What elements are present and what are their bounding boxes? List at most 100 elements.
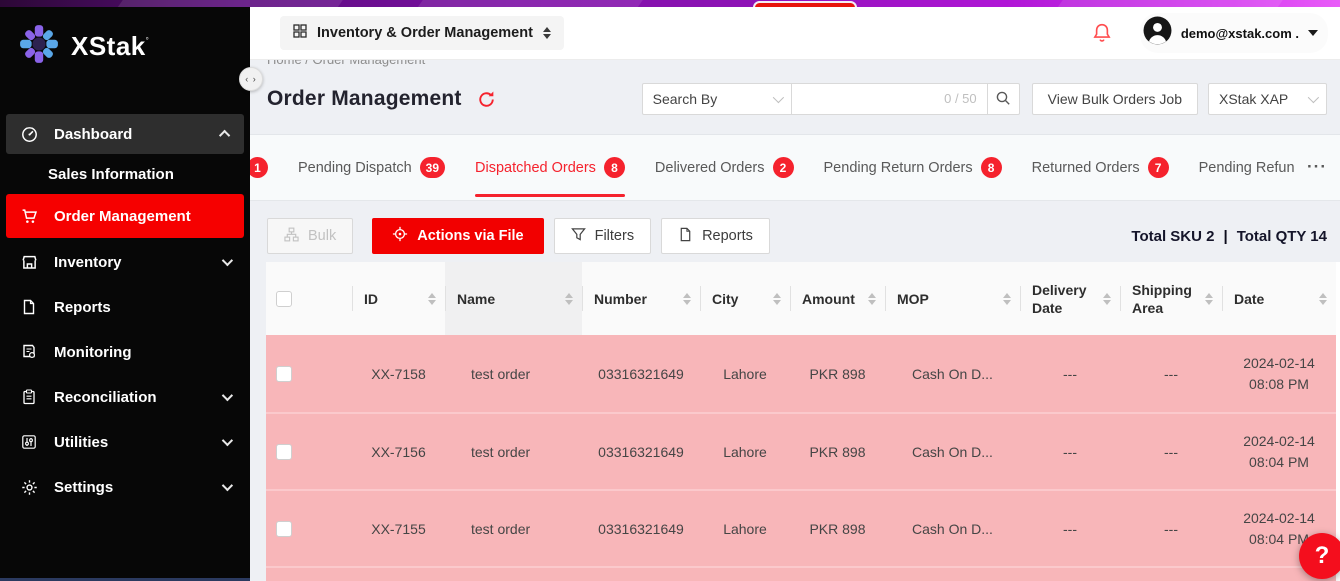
table-row-partial[interactable]	[266, 566, 1336, 581]
sidebar-collapse-button[interactable]: ‹ ›	[239, 67, 263, 91]
sort-icon[interactable]	[428, 293, 436, 305]
totals-summary: Total SKU 2 | Total QTY 14	[1131, 228, 1327, 245]
table-row[interactable]: XX-7156 test order 03316321649 Lahore PK…	[266, 412, 1336, 489]
strip-streak	[113, 0, 347, 7]
chevron-down-icon	[222, 435, 233, 446]
sort-icon[interactable]	[773, 293, 781, 305]
select-all-checkbox[interactable]	[276, 291, 292, 307]
topbar-right: demo@xstak.com .	[1092, 13, 1328, 53]
cell-city: Lahore	[700, 491, 790, 566]
chevron-down-icon	[772, 92, 783, 103]
view-bulk-orders-job-button[interactable]: View Bulk Orders Job	[1032, 83, 1198, 115]
sidebar-item-inventory[interactable]: Inventory	[6, 241, 244, 283]
cell-number: 03316321649	[582, 414, 700, 489]
notification-bell-icon[interactable]	[1092, 22, 1112, 44]
sort-icon[interactable]	[683, 293, 691, 305]
tab-badge: 2	[773, 157, 794, 178]
table-header: ID Name Number City Amount	[266, 262, 1336, 335]
column-header-city[interactable]: City	[700, 262, 790, 335]
tab-badge: 7	[1148, 157, 1169, 178]
bulk-button[interactable]: Bulk	[267, 218, 353, 254]
tab-pending-return-orders[interactable]: Pending Return Orders 8	[824, 135, 1002, 200]
tab-clipped[interactable]: 1	[250, 135, 268, 200]
chevron-down-icon	[222, 390, 233, 401]
search-by-select[interactable]: Search By	[642, 83, 792, 115]
chevron-down-icon	[1308, 92, 1319, 103]
cell-delivery-date: ---	[1020, 491, 1120, 566]
user-email: demo@xstak.com .	[1181, 26, 1299, 41]
cell-delivery-date: ---	[1020, 335, 1120, 412]
sidebar-item-settings[interactable]: Settings	[6, 466, 244, 508]
clipboard-icon	[20, 388, 38, 406]
sidebar-item-sales-information[interactable]: Sales Information	[6, 157, 244, 191]
sort-icon[interactable]	[565, 293, 573, 305]
cell-shipping-area: ---	[1120, 491, 1222, 566]
integration-label: XStak XAP	[1219, 91, 1288, 107]
row-checkbox[interactable]	[276, 521, 292, 537]
app-selector-label: Inventory & Order Management	[317, 25, 533, 41]
tab-badge: 39	[420, 157, 445, 178]
search-by-label: Search By	[653, 91, 718, 107]
tab-badge: 1	[250, 157, 268, 178]
sliders-icon	[20, 433, 38, 451]
column-header-name[interactable]: Name	[445, 262, 582, 335]
header-select-cell	[266, 262, 352, 335]
column-header-amount[interactable]: Amount	[790, 262, 885, 335]
strip-streak	[413, 0, 647, 7]
funnel-icon	[571, 227, 586, 246]
user-menu[interactable]: demo@xstak.com .	[1140, 13, 1328, 53]
column-header-number[interactable]: Number	[582, 262, 700, 335]
sort-icon[interactable]	[1205, 293, 1213, 305]
strip-streak	[1053, 0, 1287, 7]
logo[interactable]: XStak˚	[0, 22, 250, 70]
cell-shipping-area: ---	[1120, 335, 1222, 412]
table-row[interactable]: XX-7158 test order 03316321649 Lahore PK…	[266, 335, 1336, 412]
column-header-mop[interactable]: MOP	[885, 262, 1020, 335]
tab-dispatched-orders[interactable]: Dispatched Orders 8	[475, 135, 625, 200]
column-header-date[interactable]: Date	[1222, 262, 1336, 335]
sort-icon[interactable]	[1003, 293, 1011, 305]
tab-badge: 8	[981, 157, 1002, 178]
search-controls: Search By 0 / 50 View Bulk Orders Job XS…	[642, 83, 1327, 115]
tab-returned-orders[interactable]: Returned Orders 7	[1032, 135, 1169, 200]
tab-pending-dispatch[interactable]: Pending Dispatch 39	[298, 135, 445, 200]
sort-icon[interactable]	[868, 293, 876, 305]
sidebar-item-reconciliation[interactable]: Reconciliation	[6, 376, 244, 418]
row-checkbox[interactable]	[276, 366, 292, 382]
column-header-id[interactable]: ID	[352, 262, 445, 335]
column-header-delivery-date[interactable]: Delivery Date	[1020, 262, 1120, 335]
cell-id: XX-7158	[352, 335, 445, 412]
sort-icon[interactable]	[1103, 293, 1111, 305]
app-window: XStak˚ Dashboard Sales Information Order…	[0, 0, 1340, 581]
sidebar-item-reports[interactable]: Reports	[6, 286, 244, 328]
more-tabs-button[interactable]: ···	[1294, 135, 1340, 199]
column-header-shipping-area[interactable]: Shipping Area	[1120, 262, 1222, 335]
refresh-icon[interactable]	[477, 90, 496, 109]
document-icon	[20, 298, 38, 316]
sidebar-item-monitoring[interactable]: Monitoring	[6, 331, 244, 373]
app-selector-button[interactable]: Inventory & Order Management	[280, 16, 564, 50]
tab-delivered-orders[interactable]: Delivered Orders 2	[655, 135, 794, 200]
sidebar-item-utilities[interactable]: Utilities	[6, 421, 244, 463]
reports-button[interactable]: Reports	[661, 218, 770, 254]
row-checkbox[interactable]	[276, 444, 292, 460]
table-toolbar: Bulk Actions via File Filters	[267, 218, 1327, 254]
sidebar-item-order-management[interactable]: Order Management	[6, 194, 244, 238]
table-row[interactable]: XX-7155 test order 03316321649 Lahore PK…	[266, 489, 1336, 566]
integration-select[interactable]: XStak XAP	[1208, 83, 1327, 115]
sidebar-item-dashboard[interactable]: Dashboard	[6, 114, 244, 154]
cell-mop: Cash On D...	[885, 335, 1020, 412]
cell-city: Lahore	[700, 414, 790, 489]
cell-amount: PKR 898	[790, 414, 885, 489]
cell-name: test order	[445, 335, 582, 412]
sort-icon[interactable]	[1319, 293, 1327, 305]
actions-via-file-button[interactable]: Actions via File	[372, 218, 543, 254]
search-button[interactable]	[987, 83, 1020, 115]
avatar	[1143, 16, 1172, 50]
filters-button[interactable]: Filters	[554, 218, 651, 254]
vertical-scrollbar[interactable]	[1336, 262, 1340, 581]
cell-name: test order	[445, 414, 582, 489]
orders-table: ID Name Number City Amount	[266, 262, 1336, 581]
cell-mop: Cash On D...	[885, 491, 1020, 566]
help-button[interactable]: ?	[1299, 533, 1340, 579]
